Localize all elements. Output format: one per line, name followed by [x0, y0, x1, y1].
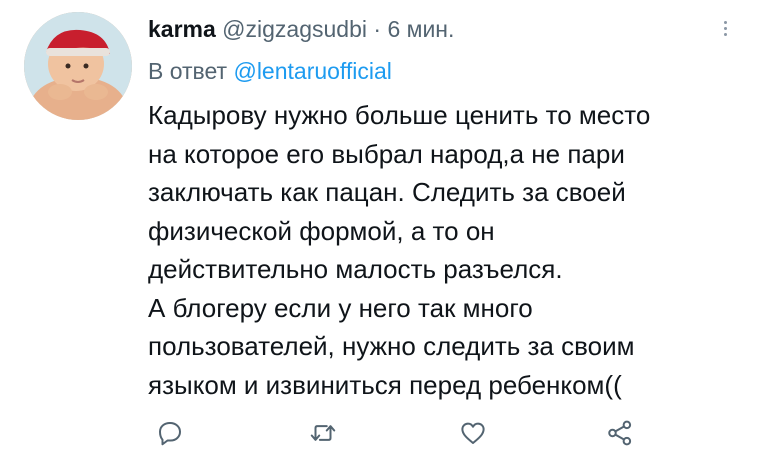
reply-icon — [159, 422, 181, 446]
retweet-button[interactable] — [308, 418, 338, 448]
reply-mention-link[interactable]: @lentaruofficial — [233, 58, 391, 84]
tweet[interactable]: karma @zigzagsudbi · 6 мин. В ответ @len… — [0, 0, 760, 460]
tweet-text-line: Кадырову нужно больше ценить то место — [148, 100, 651, 130]
tweet-text-line: языком и извиниться перед ребенком(( — [148, 369, 622, 400]
timestamp[interactable]: 6 мин. — [387, 16, 454, 42]
display-name[interactable]: karma — [148, 16, 216, 42]
tweet-text-line: заключать как пацан. Следить за своей — [148, 177, 626, 207]
tweet-header: karma @zigzagsudbi · 6 мин. — [148, 14, 454, 44]
tweet-text-line: А блогеру если у него так много — [148, 292, 533, 323]
tweet-text-line: действительно малость разъелся. — [148, 254, 563, 284]
retweet-icon — [310, 425, 336, 441]
reply-prefix: В ответ — [148, 58, 228, 84]
tweet-text-line: на которое его выбрал народ,а не пари — [148, 138, 625, 169]
baby-photo-image — [24, 12, 132, 120]
tweet-text-line: физической формой, а то он — [148, 215, 495, 246]
reply-context: В ответ @lentaruofficial — [148, 56, 392, 86]
separator-dot: · — [373, 16, 382, 42]
action-bar — [0, 418, 760, 452]
more-vertical-icon[interactable] — [720, 18, 730, 48]
tweet-text: Кадырову нужно больше ценить то место на… — [148, 96, 738, 404]
heart-icon — [461, 422, 485, 444]
share-icon — [608, 420, 632, 446]
user-handle[interactable]: @zigzagsudbi — [222, 16, 367, 42]
like-button[interactable] — [458, 418, 488, 448]
avatar[interactable] — [24, 12, 132, 120]
tweet-text-line: пользователей, нужно следить за своим — [148, 331, 635, 361]
share-button[interactable] — [605, 418, 635, 448]
reply-button[interactable] — [155, 418, 185, 448]
